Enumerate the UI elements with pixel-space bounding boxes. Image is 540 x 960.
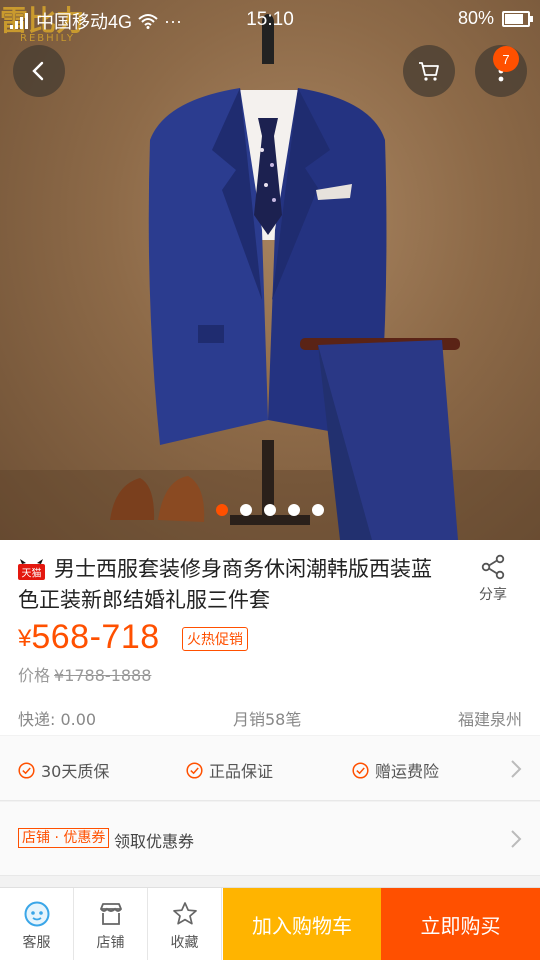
back-arrow-icon <box>32 61 44 81</box>
coupon-row[interactable]: 店铺 · 优惠券 领取优惠券 <box>0 802 540 876</box>
original-price-value: ¥1788-1888 <box>54 666 152 685</box>
product-info: 天猫 男士西服套装修身商务休闲潮韩版西装蓝色正装新郎结婚礼服三件套 分享 ¥56… <box>0 540 540 735</box>
star-icon <box>172 902 197 925</box>
shop-icon <box>99 903 122 925</box>
check-circle-icon <box>186 761 203 779</box>
status-bar: 中国移动4G ··· 15:10 80% <box>0 0 540 38</box>
original-price: 价格 ¥1788-1888 <box>18 662 151 686</box>
guarantee-label: 30天质保 <box>41 762 110 781</box>
check-circle-icon <box>18 761 35 779</box>
battery-percent: 80% <box>457 8 494 28</box>
battery-icon <box>502 10 533 27</box>
chevron-right-icon <box>511 760 522 778</box>
product-photo <box>0 14 540 540</box>
back-button[interactable] <box>13 45 65 97</box>
carousel-dots[interactable] <box>0 504 540 516</box>
favorite-label: 收藏 <box>170 935 199 951</box>
shop-label: 店铺 <box>96 935 125 951</box>
price-value: 568-718 <box>31 618 160 656</box>
guarantee-label: 赠运费险 <box>375 762 440 781</box>
guarantee-item: 正品保证 <box>186 758 273 782</box>
customer-service-icon <box>24 901 49 927</box>
add-to-cart-button[interactable]: 加入购物车 <box>223 888 381 960</box>
carousel-dot[interactable] <box>288 504 300 516</box>
carousel-dot[interactable] <box>264 504 276 516</box>
bottom-action-bar: 客服 店铺 收藏 加入购物车 立即购买 <box>0 887 540 960</box>
original-price-label: 价格 <box>18 666 51 685</box>
buy-now-button[interactable]: 立即购买 <box>381 888 540 960</box>
guarantee-item: 赠运费险 <box>352 758 439 782</box>
ship-location: 福建泉州 <box>457 710 522 729</box>
share-icon <box>481 554 505 580</box>
check-circle-icon <box>352 761 369 779</box>
customer-service-button[interactable]: 客服 <box>0 888 74 960</box>
share-label: 分享 <box>479 587 507 603</box>
shipping-fee: 快递: 0.00 <box>18 710 97 729</box>
product-title: 男士西服套装修身商务休闲潮韩版西装蓝色正装新郎结婚礼服三件套 <box>18 557 432 612</box>
guarantee-label: 正品保证 <box>209 762 274 781</box>
carousel-dot[interactable] <box>240 504 252 516</box>
coupon-text: 领取优惠券 <box>114 832 195 851</box>
share-button[interactable]: 分享 <box>470 554 516 604</box>
promo-tag: 火热促销 <box>182 627 248 651</box>
monthly-sales: 月销58笔 <box>233 710 302 729</box>
guarantee-item: 30天质保 <box>18 758 109 782</box>
price: ¥568-718 <box>18 618 160 657</box>
price-currency: ¥ <box>18 625 32 652</box>
coupon-tag: 店铺 · 优惠券 <box>18 828 110 848</box>
cart-button[interactable] <box>403 45 455 97</box>
service-guarantees[interactable]: 30天质保 正品保证 赠运费险 <box>0 736 540 801</box>
cart-count-badge: 7 <box>493 46 519 72</box>
cart-icon <box>419 62 439 81</box>
carousel-dot[interactable] <box>216 504 228 516</box>
carousel-dot[interactable] <box>312 504 324 516</box>
shop-button[interactable]: 店铺 <box>74 888 148 960</box>
favorite-button[interactable]: 收藏 <box>148 888 222 960</box>
product-image-carousel[interactable]: 雷比力 REBHILY <box>0 0 540 540</box>
chevron-right-icon <box>511 830 522 848</box>
customer-service-label: 客服 <box>22 935 51 951</box>
